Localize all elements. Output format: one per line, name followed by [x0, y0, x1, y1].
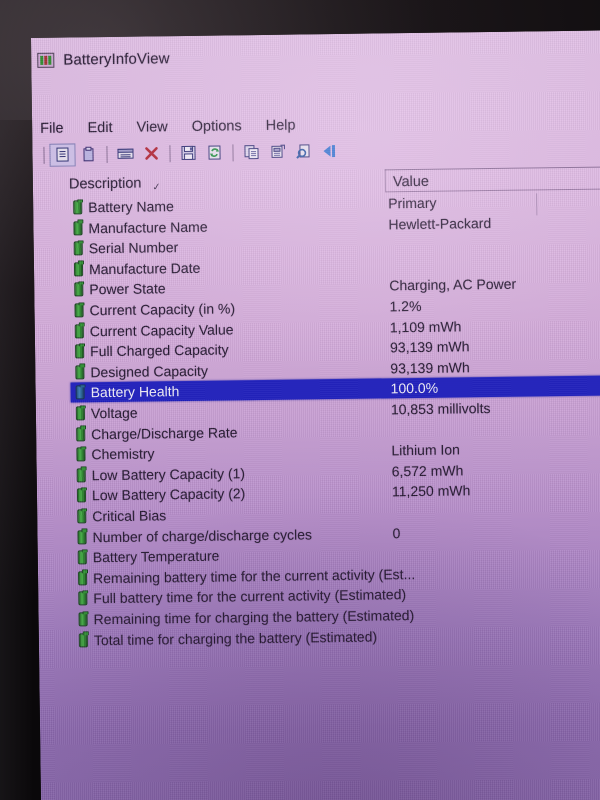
- row-value: Charging, AC Power: [389, 276, 517, 294]
- row-description: Battery Name: [88, 198, 174, 216]
- battery-info-list[interactable]: Battery Name Primary Manufacture Name Hewle…: [33, 190, 600, 668]
- row-value: Hewlett-Packard: [388, 214, 492, 232]
- battery-icon: [76, 447, 86, 462]
- battery-icon: [73, 220, 83, 236]
- battery-icon: [78, 591, 88, 606]
- battery-icon: [75, 365, 85, 380]
- lcd-screen: BatteryInfoView File Edit View Options H…: [31, 30, 600, 800]
- battery-icon: [73, 200, 83, 215]
- row-description: Total time for charging the battery (Est…: [93, 628, 378, 648]
- row-value: 10,853 millivolts: [390, 400, 491, 418]
- battery-icon: [75, 406, 86, 421]
- row-description: Low Battery Capacity (2): [91, 485, 246, 504]
- toolbar: [32, 134, 600, 168]
- row-description: Critical Bias: [92, 507, 167, 525]
- refresh-icon[interactable]: [201, 141, 227, 164]
- battery-icon: [77, 529, 87, 545]
- row-description: Chemistry: [91, 445, 155, 463]
- row-description: Low Battery Capacity (1): [91, 465, 246, 484]
- html-report-icon[interactable]: [290, 140, 316, 163]
- battery-icon: [78, 612, 88, 627]
- window-title: BatteryInfoView: [63, 49, 170, 69]
- toolbar-separator: [43, 146, 45, 164]
- battery-app-icon: [37, 52, 55, 68]
- battery-icon: [73, 262, 84, 277]
- copy-icon[interactable]: [238, 140, 264, 163]
- battery-icon: [75, 344, 85, 359]
- row-description: Number of charge/discharge cycles: [92, 525, 313, 545]
- row-value: 93,139 mWh: [389, 338, 470, 356]
- row-description: Battery Health: [90, 383, 180, 401]
- row-value: 11,250 mWh: [391, 482, 471, 500]
- row-value: 1,109 mWh: [389, 317, 462, 335]
- row-value: 100.0%: [390, 380, 439, 397]
- row-value: 6,572 mWh: [391, 462, 464, 480]
- toolbar-separator: [106, 145, 108, 163]
- column-divider[interactable]: [384, 169, 387, 192]
- row-description: Manufacture Name: [88, 218, 208, 236]
- battery-icon: [75, 385, 85, 400]
- save-icon[interactable]: [175, 141, 201, 164]
- exit-icon[interactable]: [316, 139, 342, 162]
- delete-icon[interactable]: [138, 142, 164, 165]
- header-rule-top: [384, 166, 600, 171]
- batteryinfoview-window: BatteryInfoView File Edit View Options H…: [31, 30, 600, 800]
- menu-item-edit[interactable]: Edit: [87, 120, 125, 136]
- menu-item-help[interactable]: Help: [266, 117, 309, 134]
- menu-item-options[interactable]: Options: [192, 118, 255, 135]
- title-bar: BatteryInfoView: [31, 38, 600, 74]
- column-header-value[interactable]: Value: [393, 174, 429, 190]
- toolbar-separator: [232, 143, 234, 161]
- battery-icon: [73, 241, 83, 256]
- row-value: 93,139 mWh: [390, 359, 470, 377]
- row-description: Battery Temperature: [92, 547, 220, 566]
- battery-icon: [74, 282, 84, 297]
- row-description: Current Capacity Value: [89, 320, 234, 339]
- battery-icon: [77, 550, 87, 565]
- row-value: Lithium Ion: [391, 441, 461, 459]
- row-description: Full Charged Capacity: [90, 341, 229, 360]
- clipboard-icon[interactable]: [75, 143, 101, 166]
- battery-icon: [76, 468, 86, 483]
- row-description: Serial Number: [88, 239, 179, 257]
- row-description: Power State: [89, 280, 166, 298]
- battery-icon: [78, 632, 88, 648]
- battery-icon: [76, 426, 86, 442]
- battery-icon: [76, 488, 87, 503]
- select-all-icon[interactable]: [112, 142, 138, 165]
- sort-ascending-icon: ✓: [151, 181, 163, 193]
- row-description: Current Capacity (in %): [89, 300, 236, 319]
- laptop-screen-photo: BatteryInfoView File Edit View Options H…: [0, 0, 600, 800]
- row-value: 1.2%: [389, 297, 422, 315]
- menu-item-file[interactable]: File: [40, 120, 77, 137]
- row-value: Primary: [388, 194, 437, 212]
- row-value: 0: [392, 524, 401, 541]
- toolbar-separator: [169, 144, 171, 162]
- column-header-description[interactable]: Description: [69, 176, 142, 193]
- battery-icon: [77, 509, 87, 524]
- battery-icon: [74, 303, 84, 318]
- item-properties-icon[interactable]: [264, 140, 290, 163]
- row-description: Charge/Discharge Rate: [91, 423, 238, 442]
- row-description: Designed Capacity: [90, 362, 208, 381]
- row-description: Manufacture Date: [88, 259, 201, 278]
- battery-icon: [74, 323, 84, 339]
- properties-icon[interactable]: [49, 142, 76, 167]
- battery-icon: [77, 571, 88, 586]
- row-description: Voltage: [90, 404, 138, 422]
- menu-item-view[interactable]: View: [136, 119, 180, 135]
- bezel-left-reflection: [0, 120, 34, 800]
